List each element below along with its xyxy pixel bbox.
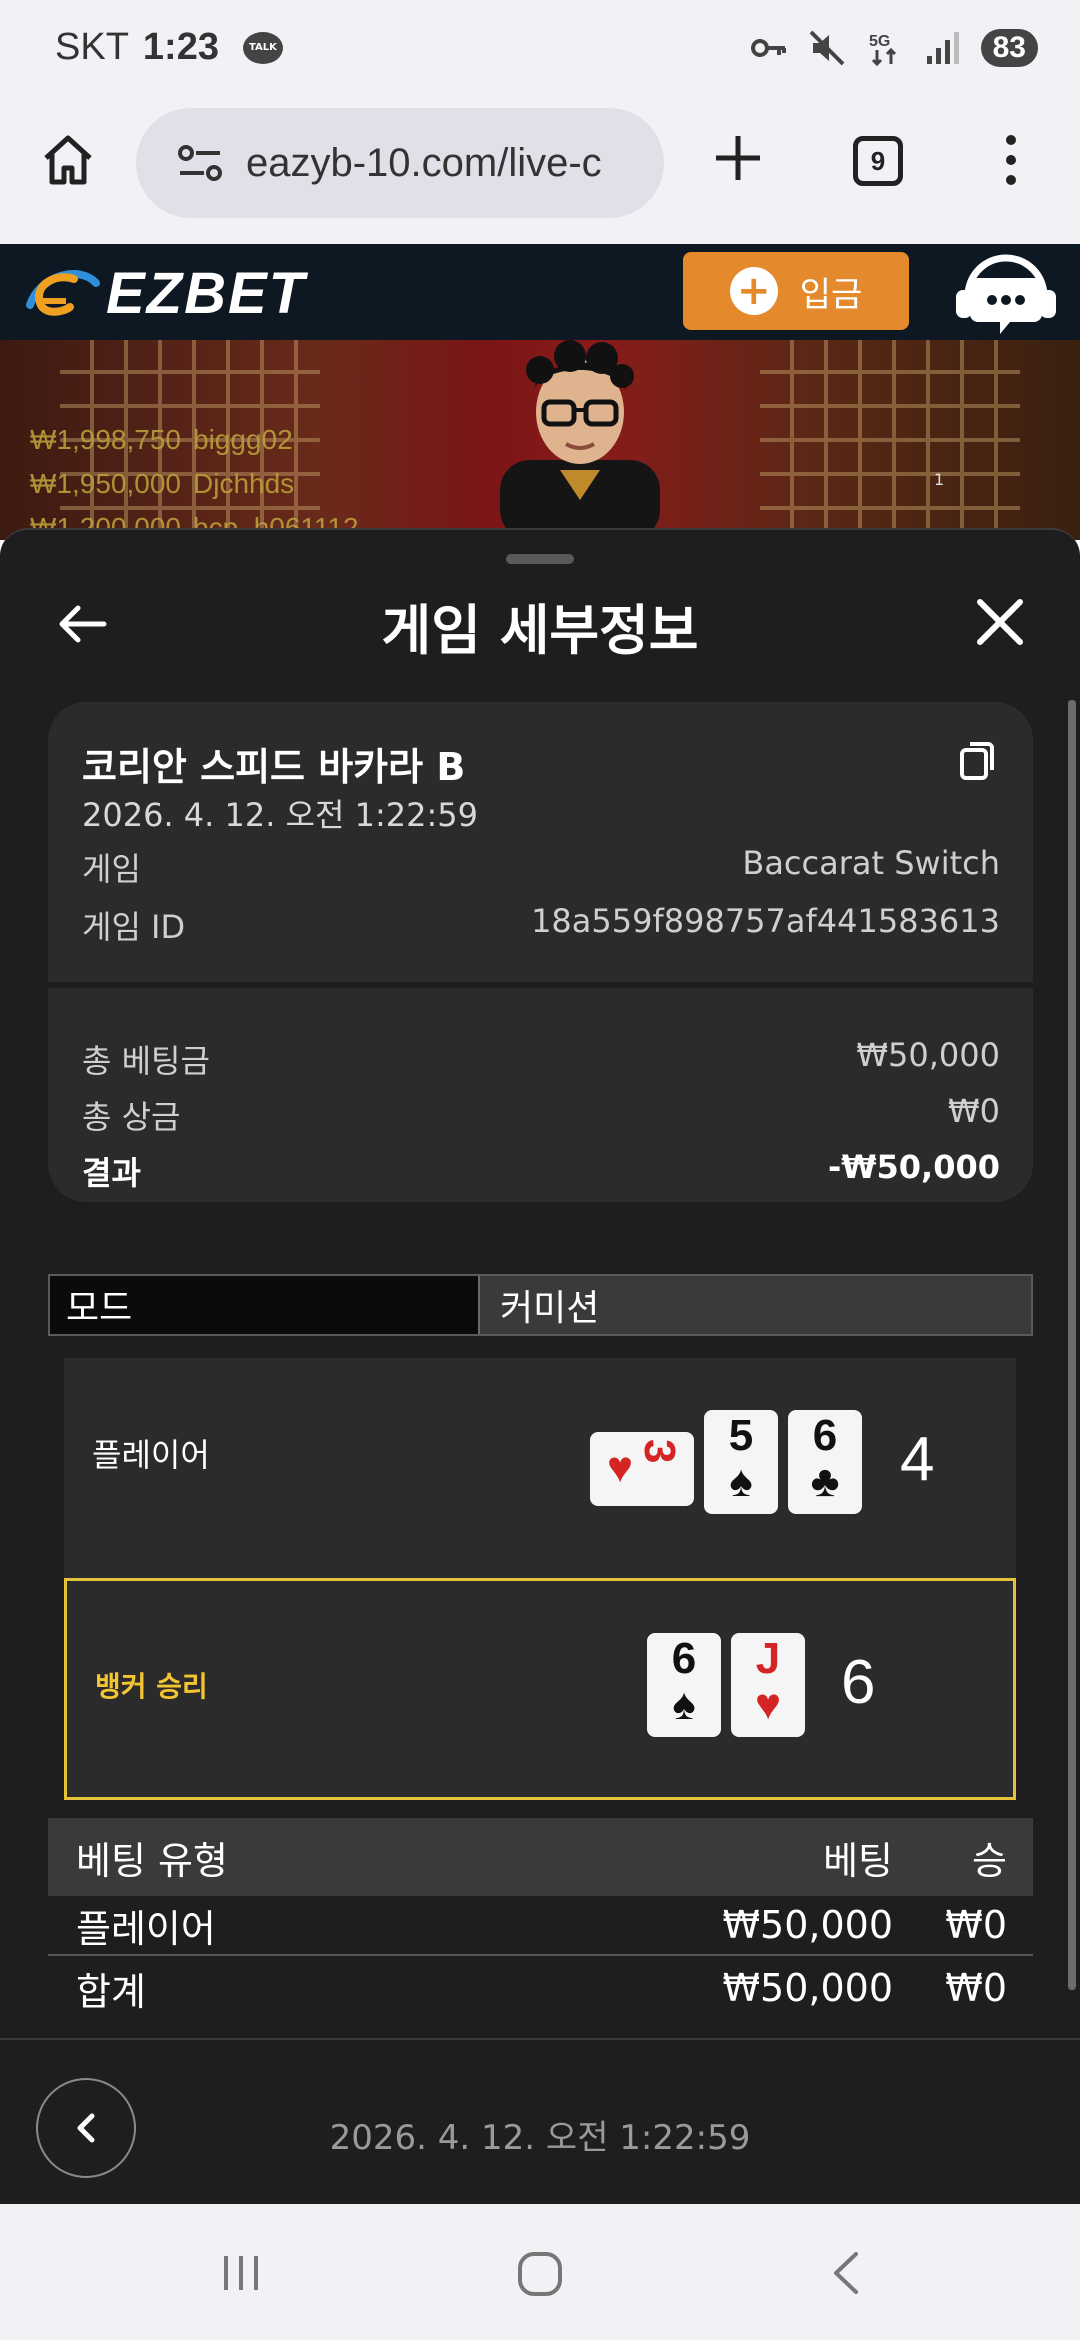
bet-amount-cell: ₩50,000 (722, 1903, 893, 1947)
new-tab-plus-icon[interactable] (708, 128, 768, 188)
mode-value: 커미션 (478, 1276, 1031, 1334)
talk-notification-icon: TALK (242, 31, 283, 64)
plus-icon: + (729, 267, 778, 315)
result-label: 결과 (82, 1154, 141, 1192)
banker-hand: 뱅커 승리 6 ♠ J ♥ 6 (64, 1578, 1016, 1800)
total-bet-value: ₩50,000 (856, 1036, 1000, 1074)
chat-support-icon[interactable] (950, 248, 1062, 338)
browser-toolbar: eazyb-10.com/live-c 9 (0, 100, 1080, 244)
game-type-row: 게임 Baccarat Switch (82, 844, 1000, 890)
banker-hand-label: 뱅커 승리 (95, 1670, 208, 1703)
svg-text:5G: 5G (869, 33, 890, 50)
bets-table-header: 베팅 유형 베팅 승 (48, 1818, 1033, 1896)
game-type-value: Baccarat Switch (742, 844, 1000, 882)
sheet-footer: 2026. 4. 12. 오전 1:22:59 (0, 2038, 1080, 2204)
address-bar[interactable]: eazyb-10.com/live-c (136, 108, 664, 218)
status-left: SKT 1:23 TALK (55, 26, 283, 69)
player-hand-label: 플레이어 (92, 1436, 210, 1474)
result-value: -₩50,000 (827, 1148, 1000, 1186)
recent-apps-icon[interactable] (216, 2248, 266, 2298)
site-header: EZBET + 입금 (0, 244, 1080, 340)
total-win-row: 총 상금 ₩0 (82, 1092, 1000, 1138)
status-bar: SKT 1:23 TALK 5G 83 (0, 0, 1080, 100)
scrollbar-thumb[interactable] (1068, 700, 1076, 1990)
player-cards: ♥ 3 5 ♠ 6 ♣ (590, 1410, 862, 1514)
playing-card: ♥ 3 (590, 1432, 694, 1506)
game-details-sheet: 게임 세부정보 코리안 스피드 바카라 B 2026. 4. 12. 오전 1:… (0, 528, 1080, 2204)
system-nav-bar (0, 2204, 1080, 2340)
game-name: 코리안 스피드 바카라 B (82, 745, 466, 789)
signal-icon (926, 32, 959, 64)
playing-card: 6 ♣ (788, 1410, 862, 1514)
tab-switcher-button[interactable]: 9 (853, 136, 903, 186)
player-hand-total: 4 (900, 1425, 935, 1494)
playing-card: 5 ♠ (704, 1410, 778, 1514)
win-amount-header: 승 (972, 1838, 1007, 1883)
result-row: 결과 -₩50,000 (82, 1148, 1000, 1194)
5g-icon: 5G (869, 33, 896, 67)
back-nav-icon[interactable] (822, 2248, 872, 2298)
logo-text: EZBET (106, 260, 307, 326)
deposit-button[interactable]: + 입금 (683, 252, 909, 330)
total-bet-row: 총 베팅금 ₩50,000 (82, 1036, 1000, 1082)
decor-lattice-right (760, 340, 1020, 540)
player-hand: 플레이어 ♥ 3 5 ♠ 6 ♣ 4 (64, 1358, 1016, 1578)
video-overlay-number: 1 (934, 470, 945, 489)
game-datetime: 2026. 4. 12. 오전 1:22:59 (82, 796, 478, 834)
table-row: 합계 ₩50,000 ₩0 (48, 1958, 1033, 2018)
battery-indicator: 83 (980, 29, 1038, 67)
total-bet-label: 총 베팅금 (82, 1042, 210, 1080)
sheet-title: 게임 세부정보 (381, 599, 699, 662)
ezbet-logo[interactable]: EZBET (22, 258, 306, 328)
mute-icon (809, 30, 845, 66)
site-settings-icon[interactable] (176, 143, 224, 183)
bet-type-header: 베팅 유형 (76, 1838, 228, 1883)
winners-ticker: ₩1,998,750 biggg02 ₩1,950,000 Djchhds ₩1,2… (30, 418, 359, 540)
status-right: 5G 83 (749, 28, 1038, 68)
winner-row: ₩1,998,750 biggg02 (30, 424, 293, 455)
total-win-label: 총 상금 (82, 1098, 181, 1136)
banker-hand-total: 6 (841, 1648, 876, 1717)
game-id-row: 게임 ID 18a559f898757af441583613 (82, 902, 1000, 948)
clock: 1:23 (142, 26, 219, 68)
home-nav-icon[interactable] (514, 2248, 566, 2300)
card-divider (48, 982, 1033, 988)
home-icon[interactable] (38, 130, 98, 190)
deposit-label: 입금 (799, 274, 863, 315)
mode-label: 모드 (50, 1276, 478, 1334)
logo-mark-icon (26, 270, 100, 316)
game-info-card: 코리안 스피드 바카라 B 2026. 4. 12. 오전 1:22:59 게임… (48, 702, 1033, 1202)
live-video-stream[interactable]: ₩1,998,750 biggg02 ₩1,950,000 Djchhds ₩1,2… (0, 340, 1080, 540)
url-text[interactable]: eazyb-10.com/live-c (246, 141, 602, 186)
close-icon[interactable] (972, 594, 1028, 650)
playing-card: 6 ♠ (647, 1633, 721, 1737)
game-id-value: 18a559f898757af441583613 (531, 902, 1000, 940)
game-type-label: 게임 (82, 850, 141, 888)
bet-type-cell: 플레이어 (76, 1906, 216, 1951)
mode-bar: 모드 커미션 (48, 1274, 1033, 1336)
banker-cards: 6 ♠ J ♥ (647, 1633, 805, 1737)
copy-icon[interactable] (958, 738, 998, 782)
vpn-key-icon (750, 39, 786, 57)
bet-type-cell: 합계 (76, 1969, 146, 2014)
table-row: 플레이어 ₩50,000 ₩0 (48, 1896, 1033, 1956)
game-info-top: 코리안 스피드 바카라 B 2026. 4. 12. 오전 1:22:59 게임… (48, 702, 1033, 982)
footer-datetime: 2026. 4. 12. 오전 1:22:59 (329, 2118, 751, 2158)
more-menu-icon[interactable] (996, 130, 1026, 190)
game-id-label: 게임 ID (82, 908, 186, 946)
playing-card: J ♥ (731, 1633, 805, 1737)
win-amount-cell: ₩0 (945, 1903, 1007, 1947)
total-win-value: ₩0 (948, 1092, 1000, 1130)
sheet-drag-handle[interactable] (506, 554, 574, 564)
winner-row: ₩1,950,000 Djchhds (30, 468, 295, 499)
bet-amount-cell: ₩50,000 (722, 1966, 893, 2010)
bet-amount-header: 베팅 (823, 1838, 893, 1883)
dealer-image (500, 340, 660, 540)
win-amount-cell: ₩0 (945, 1966, 1007, 2010)
carrier-label: SKT (55, 26, 129, 68)
